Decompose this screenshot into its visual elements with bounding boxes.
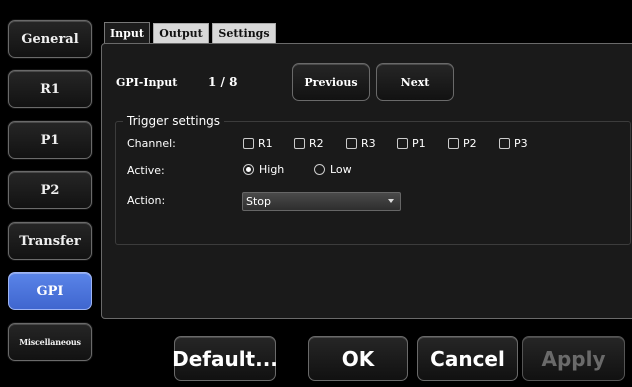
checkbox-label: R2 bbox=[309, 137, 324, 150]
active-low-radio[interactable]: Low bbox=[314, 163, 352, 176]
active-label: Active: bbox=[127, 164, 165, 177]
trigger-settings-legend: Trigger settings bbox=[123, 114, 225, 128]
channel-label: Channel: bbox=[127, 137, 176, 150]
checkbox-label: P2 bbox=[463, 137, 477, 150]
radio-label: High bbox=[259, 163, 285, 176]
tab-input[interactable]: Input bbox=[104, 22, 150, 44]
action-select[interactable]: Stop bbox=[242, 192, 401, 211]
checkbox-box bbox=[346, 138, 357, 149]
radio-circle-selected bbox=[243, 164, 254, 175]
tab-settings[interactable]: Settings bbox=[212, 23, 276, 43]
channel-r1-checkbox[interactable]: R1 bbox=[243, 137, 273, 150]
nav-miscellaneous-button[interactable]: Miscellaneous bbox=[8, 323, 92, 361]
next-button[interactable]: Next bbox=[376, 63, 454, 101]
channel-p1-checkbox[interactable]: P1 bbox=[397, 137, 426, 150]
action-label: Action: bbox=[127, 194, 166, 207]
checkbox-box bbox=[294, 138, 305, 149]
chevron-down-icon bbox=[388, 199, 394, 203]
checkbox-label: P1 bbox=[412, 137, 426, 150]
channel-p3-checkbox[interactable]: P3 bbox=[499, 137, 528, 150]
channel-r3-checkbox[interactable]: R3 bbox=[346, 137, 376, 150]
nav-p1-button[interactable]: P1 bbox=[8, 121, 92, 159]
nav-gpi-button[interactable]: GPI bbox=[8, 272, 92, 310]
nav-transfer-button[interactable]: Transfer bbox=[8, 222, 92, 260]
gpi-title: GPI-Input bbox=[116, 76, 178, 89]
nav-p2-button[interactable]: P2 bbox=[8, 171, 92, 209]
checkbox-label: R1 bbox=[258, 137, 273, 150]
checkbox-box bbox=[499, 138, 510, 149]
checkbox-box bbox=[448, 138, 459, 149]
apply-button[interactable]: Apply bbox=[522, 336, 625, 381]
gpi-counter: 1 / 8 bbox=[208, 75, 238, 89]
checkbox-label: P3 bbox=[514, 137, 528, 150]
nav-general-button[interactable]: General bbox=[8, 20, 92, 58]
checkbox-box bbox=[397, 138, 408, 149]
ok-button[interactable]: OK bbox=[308, 336, 408, 381]
checkbox-label: R3 bbox=[361, 137, 376, 150]
previous-button[interactable]: Previous bbox=[292, 63, 370, 101]
channel-r2-checkbox[interactable]: R2 bbox=[294, 137, 324, 150]
checkbox-box bbox=[243, 138, 254, 149]
default-button[interactable]: Default... bbox=[172, 336, 278, 381]
channel-p2-checkbox[interactable]: P2 bbox=[448, 137, 477, 150]
radio-label: Low bbox=[330, 163, 352, 176]
action-select-value: Stop bbox=[246, 195, 272, 208]
nav-r1-button[interactable]: R1 bbox=[8, 70, 92, 108]
active-high-radio[interactable]: High bbox=[243, 163, 284, 176]
radio-circle bbox=[314, 164, 325, 175]
cancel-button[interactable]: Cancel bbox=[417, 336, 518, 381]
tab-output[interactable]: Output bbox=[153, 23, 209, 43]
